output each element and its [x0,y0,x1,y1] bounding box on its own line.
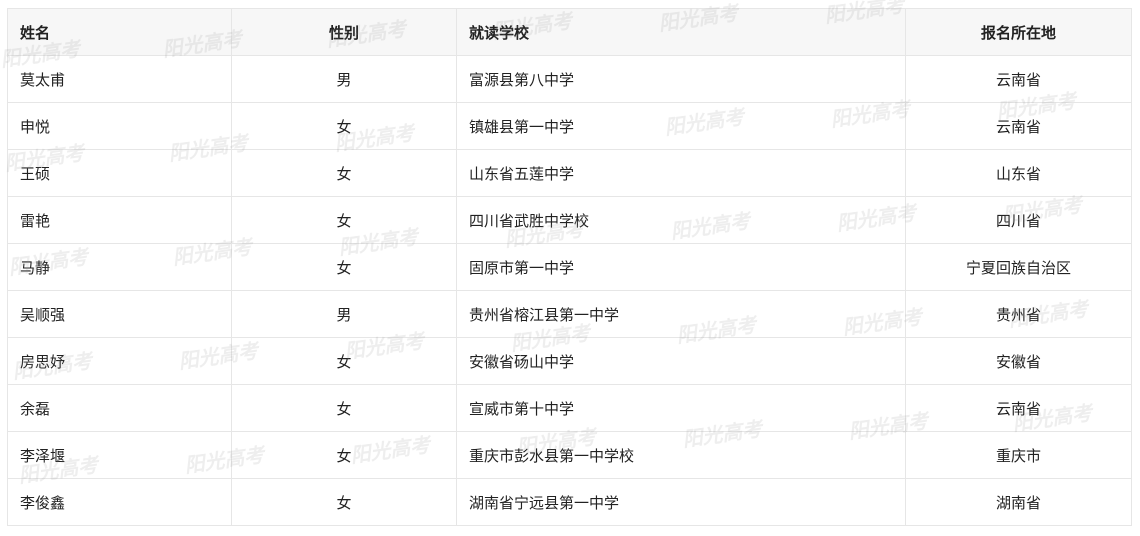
cell-place: 重庆市 [905,431,1132,479]
cell-place: 安徽省 [905,337,1132,385]
cell-gender: 男 [231,290,457,338]
cell-place: 云南省 [905,384,1132,432]
table-row: 莫太甫 男 富源县第八中学 云南省 [7,55,1132,103]
cell-place: 贵州省 [905,290,1132,338]
header-school: 就读学校 [456,8,906,56]
table-header: 姓名 性别 就读学校 报名所在地 [7,8,1132,56]
cell-name: 李泽堰 [7,431,232,479]
cell-gender: 女 [231,102,457,150]
cell-gender: 女 [231,337,457,385]
cell-place: 云南省 [905,55,1132,103]
table-row: 雷艳 女 四川省武胜中学校 四川省 [7,196,1132,244]
cell-name: 余磊 [7,384,232,432]
table-body: 莫太甫 男 富源县第八中学 云南省 申悦 女 镇雄县第一中学 云南省 王硕 女 … [7,55,1132,526]
cell-school: 宣威市第十中学 [456,384,906,432]
cell-name: 雷艳 [7,196,232,244]
cell-school: 湖南省宁远县第一中学 [456,478,906,526]
table-row: 李泽堰 女 重庆市彭水县第一中学校 重庆市 [7,431,1132,479]
cell-place: 山东省 [905,149,1132,197]
table-row: 马静 女 固原市第一中学 宁夏回族自治区 [7,243,1132,291]
cell-place: 宁夏回族自治区 [905,243,1132,291]
cell-school: 贵州省榕江县第一中学 [456,290,906,338]
table-row: 申悦 女 镇雄县第一中学 云南省 [7,102,1132,150]
header-gender: 性别 [231,8,457,56]
table-row: 李俊鑫 女 湖南省宁远县第一中学 湖南省 [7,478,1132,526]
cell-school: 富源县第八中学 [456,55,906,103]
cell-gender: 女 [231,149,457,197]
cell-place: 湖南省 [905,478,1132,526]
header-name: 姓名 [7,8,232,56]
cell-gender: 女 [231,384,457,432]
header-place: 报名所在地 [905,8,1132,56]
cell-name: 王硕 [7,149,232,197]
cell-school: 重庆市彭水县第一中学校 [456,431,906,479]
cell-name: 申悦 [7,102,232,150]
table-row: 余磊 女 宣威市第十中学 云南省 [7,384,1132,432]
table-row: 王硕 女 山东省五莲中学 山东省 [7,149,1132,197]
cell-name: 李俊鑫 [7,478,232,526]
cell-gender: 女 [231,431,457,479]
cell-school: 四川省武胜中学校 [456,196,906,244]
cell-school: 山东省五莲中学 [456,149,906,197]
table-row: 房思妤 女 安徽省砀山中学 安徽省 [7,337,1132,385]
cell-gender: 女 [231,478,457,526]
cell-school: 安徽省砀山中学 [456,337,906,385]
cell-gender: 女 [231,243,457,291]
cell-gender: 男 [231,55,457,103]
cell-name: 吴顺强 [7,290,232,338]
cell-name: 莫太甫 [7,55,232,103]
cell-school: 镇雄县第一中学 [456,102,906,150]
header-row: 姓名 性别 就读学校 报名所在地 [7,8,1132,56]
cell-place: 四川省 [905,196,1132,244]
cell-place: 云南省 [905,102,1132,150]
table-row: 吴顺强 男 贵州省榕江县第一中学 贵州省 [7,290,1132,338]
cell-gender: 女 [231,196,457,244]
admission-list-table: 姓名 性别 就读学校 报名所在地 莫太甫 男 富源县第八中学 云南省 申悦 女 … [7,8,1132,526]
cell-name: 马静 [7,243,232,291]
cell-school: 固原市第一中学 [456,243,906,291]
cell-name: 房思妤 [7,337,232,385]
